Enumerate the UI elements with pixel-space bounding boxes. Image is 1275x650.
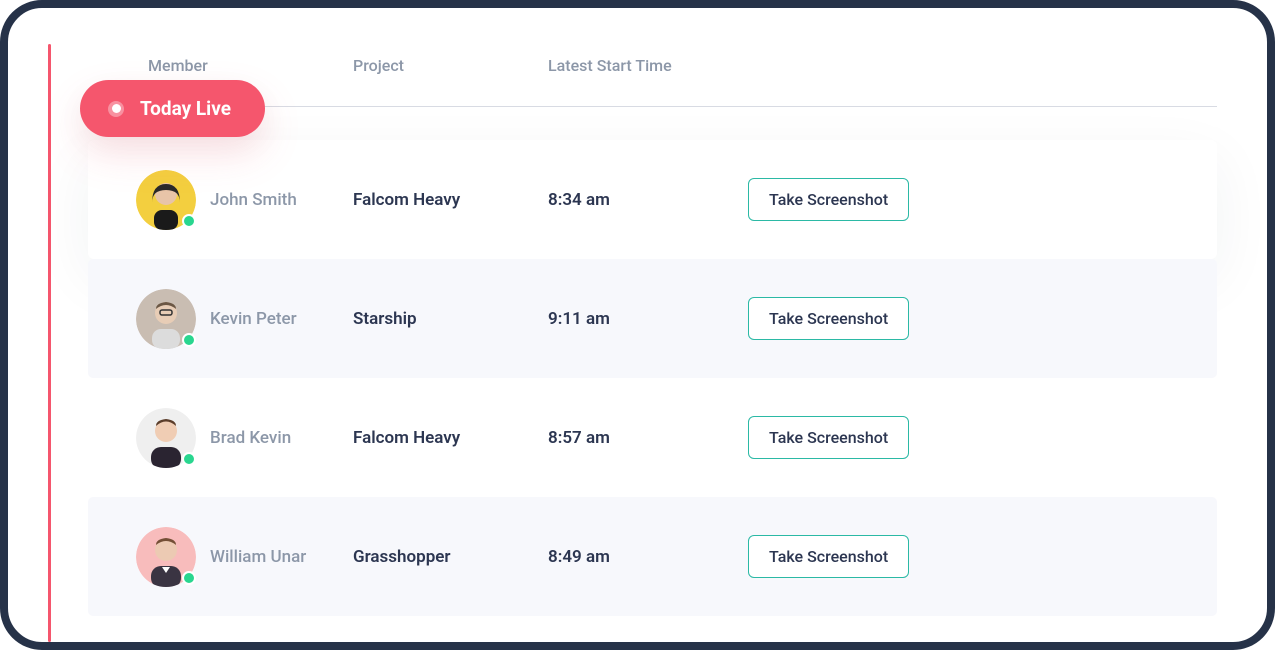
avatar xyxy=(136,408,196,468)
table-row: Kevin Peter Starship 9:11 am Take Screen… xyxy=(88,259,1217,378)
status-online-icon xyxy=(182,214,196,228)
live-indicator-icon xyxy=(108,101,124,117)
time-cell: 8:57 am xyxy=(548,428,748,448)
take-screenshot-button[interactable]: Take Screenshot xyxy=(748,416,909,459)
status-online-icon xyxy=(182,333,196,347)
app-frame: Member Project Latest Start Time Today L… xyxy=(0,0,1275,650)
project-cell: Starship xyxy=(353,309,548,329)
content-area: Member Project Latest Start Time Today L… xyxy=(8,8,1267,642)
member-name: Brad Kevin xyxy=(210,428,291,448)
take-screenshot-button[interactable]: Take Screenshot xyxy=(748,297,909,340)
project-cell: Falcom Heavy xyxy=(353,190,548,210)
status-online-icon xyxy=(182,571,196,585)
avatar xyxy=(136,170,196,230)
member-name: John Smith xyxy=(210,190,297,210)
table-row: John Smith Falcom Heavy 8:34 am Take Scr… xyxy=(88,140,1217,259)
action-cell: Take Screenshot xyxy=(748,178,928,221)
member-name: Kevin Peter xyxy=(210,309,297,329)
avatar xyxy=(136,289,196,349)
avatar xyxy=(136,527,196,587)
time-cell: 8:34 am xyxy=(548,190,748,210)
header-action xyxy=(748,56,928,75)
action-cell: Take Screenshot xyxy=(748,297,928,340)
take-screenshot-button[interactable]: Take Screenshot xyxy=(748,178,909,221)
header-latest-start-time: Latest Start Time xyxy=(548,56,748,75)
timeline-vertical-bar xyxy=(48,44,51,642)
table-body: John Smith Falcom Heavy 8:34 am Take Scr… xyxy=(88,140,1217,616)
badge-label: Today Live xyxy=(140,97,231,120)
time-cell: 9:11 am xyxy=(548,309,748,329)
member-cell: Kevin Peter xyxy=(88,289,353,349)
table-row: William Unar Grasshopper 8:49 am Take Sc… xyxy=(88,497,1217,616)
header-project: Project xyxy=(353,56,548,75)
project-cell: Falcom Heavy xyxy=(353,428,548,448)
member-cell: Brad Kevin xyxy=(88,408,353,468)
time-cell: 8:49 am xyxy=(548,547,748,567)
action-cell: Take Screenshot xyxy=(748,535,928,578)
member-cell: William Unar xyxy=(88,527,353,587)
status-online-icon xyxy=(182,452,196,466)
member-cell: John Smith xyxy=(88,170,353,230)
member-name: William Unar xyxy=(210,547,306,567)
action-cell: Take Screenshot xyxy=(748,416,928,459)
project-cell: Grasshopper xyxy=(353,547,548,567)
today-live-badge: Today Live xyxy=(80,80,265,137)
table-row: Brad Kevin Falcom Heavy 8:57 am Take Scr… xyxy=(88,378,1217,497)
take-screenshot-button[interactable]: Take Screenshot xyxy=(748,535,909,578)
header-member: Member xyxy=(88,56,353,75)
